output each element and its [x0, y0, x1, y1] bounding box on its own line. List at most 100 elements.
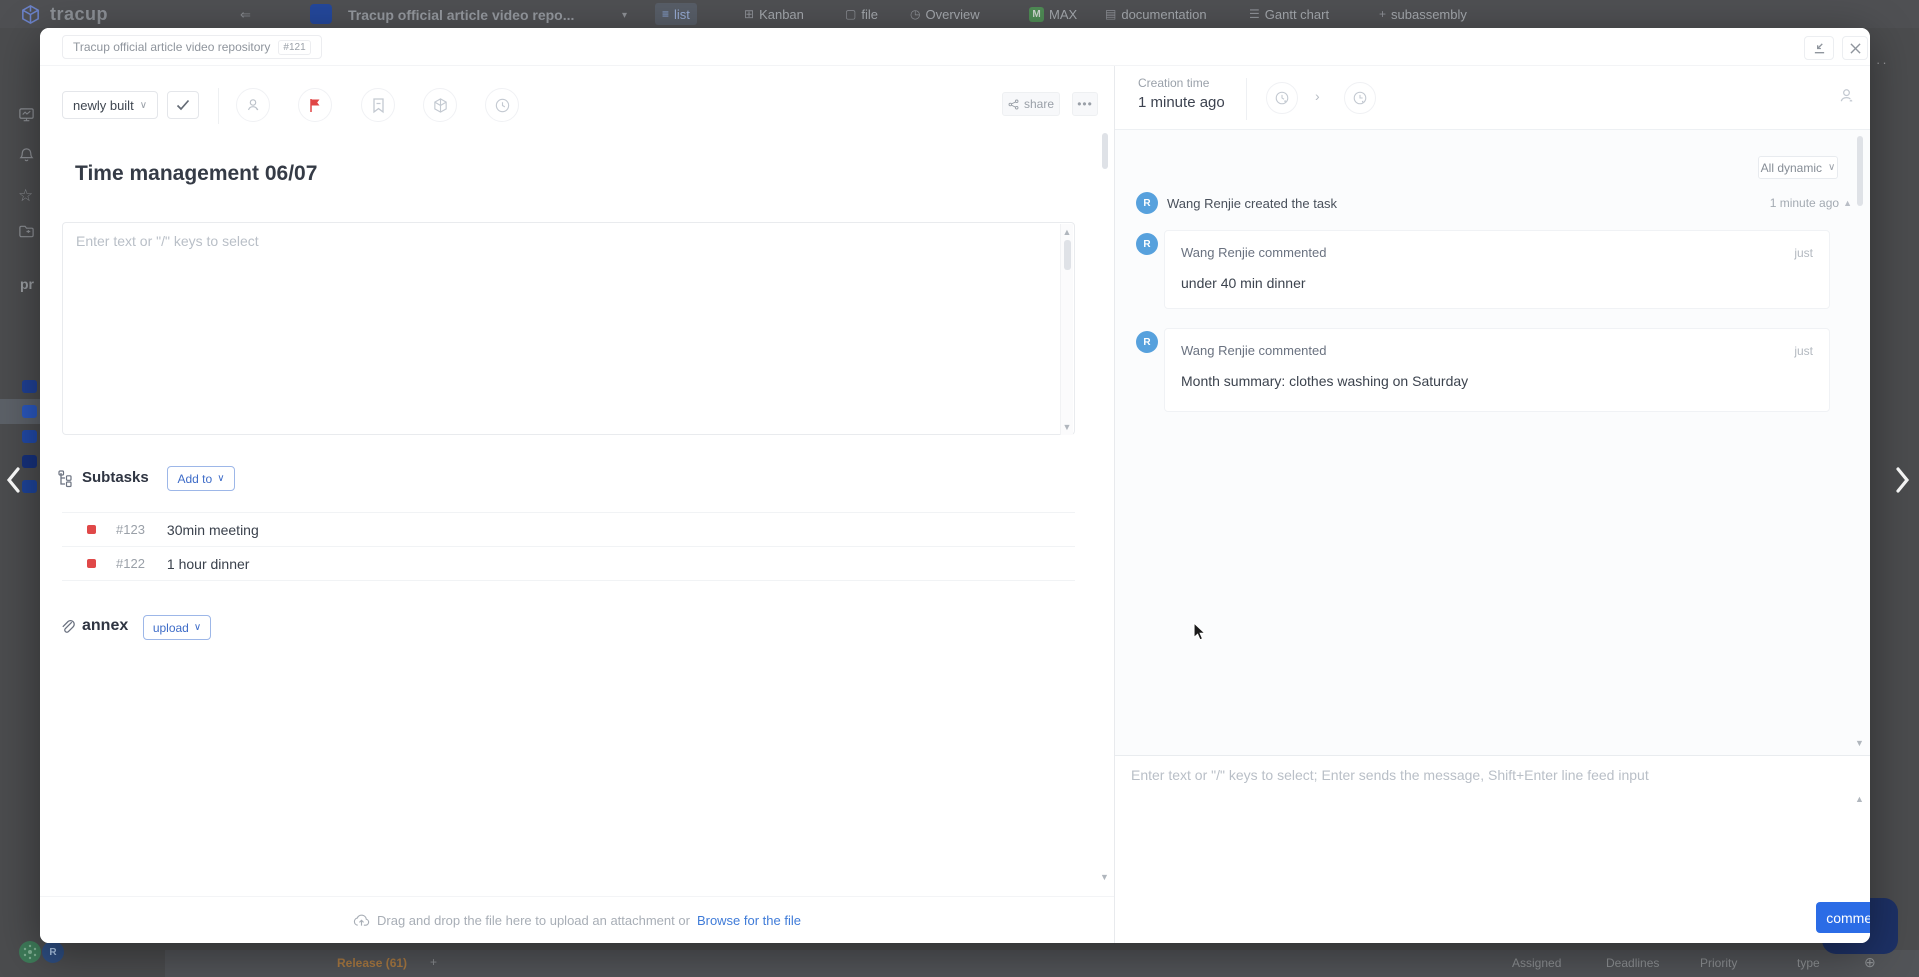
previous-task-chevron[interactable] [4, 466, 22, 494]
tab-max[interactable]: M MAX [1022, 3, 1084, 25]
panel-scrollbar-thumb[interactable] [1102, 133, 1108, 169]
scroll-up-icon[interactable]: ▲ [1061, 227, 1073, 237]
more-actions-button[interactable]: ••• [1072, 92, 1098, 116]
time-button[interactable] [485, 88, 519, 122]
clock-icon [494, 97, 511, 114]
project-color-chip[interactable] [22, 480, 37, 493]
project-color-chip[interactable] [22, 405, 37, 418]
tab-add-subassembly[interactable]: + subassembly [1372, 3, 1474, 25]
release-group-label[interactable]: Release (61) [337, 956, 407, 970]
breadcrumb[interactable]: Tracup official article video repository… [62, 35, 322, 59]
scroll-down-icon[interactable]: ▼ [1061, 422, 1073, 432]
tab-overview[interactable]: ◷ Overview [903, 3, 987, 25]
subtask-status-icon[interactable] [87, 525, 96, 534]
comment-card[interactable]: Wang Renjie commented just Month summary… [1164, 328, 1830, 412]
tab-kanban[interactable]: ⊞ Kanban [737, 3, 811, 25]
start-time-button[interactable] [1266, 82, 1298, 114]
page-more-icon[interactable]: ·· [1876, 55, 1889, 70]
task-title[interactable]: Time management 06/07 [75, 162, 317, 186]
subtask-row[interactable]: #122 1 hour dinner [62, 546, 1075, 581]
comment-body: Month summary: clothes washing on Saturd… [1181, 373, 1813, 389]
mouse-cursor [1193, 622, 1208, 642]
share-icon [1008, 99, 1019, 110]
tab-documentation[interactable]: ▤ documentation [1098, 3, 1214, 25]
priority-button[interactable] [298, 88, 332, 122]
collapse-caret-icon[interactable]: ▲ [1843, 198, 1852, 208]
activity-filter-dropdown[interactable]: All dynamic ∨ [1758, 156, 1838, 179]
priority-flag-icon [307, 97, 323, 114]
tab-file[interactable]: ▢ file [838, 3, 885, 25]
comment-time: just [1794, 344, 1813, 358]
chevron-right-icon: › [1315, 88, 1320, 104]
user-avatar-green[interactable] [19, 941, 41, 963]
notifications-bell-icon[interactable] [18, 146, 35, 163]
next-task-chevron[interactable] [1894, 466, 1912, 494]
due-time-button[interactable] [1344, 82, 1376, 114]
description-input[interactable] [76, 233, 1051, 423]
chevron-down-icon: ∨ [194, 622, 201, 633]
activity-feed: All dynamic ∨ R Wang Renjie created the … [1115, 130, 1870, 755]
complete-task-button[interactable] [167, 91, 199, 119]
user-avatar-r[interactable]: R [42, 941, 64, 963]
workspace-caret-icon[interactable]: ▾ [622, 10, 627, 21]
favorites-star-icon[interactable]: ☆ [18, 186, 33, 206]
tab-gantt-chart[interactable]: ☰ Gantt chart [1242, 3, 1336, 25]
browse-file-link[interactable]: Browse for the file [697, 913, 801, 928]
file-icon: ▢ [845, 7, 856, 21]
tab-list[interactable]: ≡ list [655, 3, 697, 25]
bookmark-icon [371, 97, 386, 114]
comment-author: Wang Renjie commented [1181, 245, 1326, 260]
send-comment-button[interactable]: comments [1816, 902, 1870, 933]
plus-icon: + [1379, 7, 1386, 21]
scrollbar-thumb[interactable] [1064, 240, 1071, 270]
module-button[interactable] [423, 88, 457, 122]
project-color-chip[interactable] [22, 430, 37, 443]
creation-time-label: Creation time [1138, 76, 1209, 90]
workspace-title[interactable]: Tracup official article video repo... [348, 7, 574, 23]
event-time: 1 minute ago [1770, 196, 1839, 210]
avatar: R [1136, 331, 1158, 353]
share-button[interactable]: share [1002, 92, 1060, 116]
scroll-up-icon[interactable]: ▲ [1855, 794, 1864, 804]
creation-time-value: 1 minute ago [1138, 94, 1225, 111]
comment-body: under 40 min dinner [1181, 275, 1813, 291]
project-color-chip[interactable] [22, 380, 37, 393]
task-detail-modal: Tracup official article video repository… [40, 28, 1870, 943]
scroll-down-icon[interactable]: ▼ [1855, 738, 1864, 748]
dashboard-icon[interactable] [18, 106, 35, 123]
dropzone-text: Drag and drop the file here to upload an… [377, 913, 690, 928]
close-button[interactable] [1842, 36, 1868, 60]
status-dropdown[interactable]: newly built ∨ [62, 91, 158, 119]
file-dropzone[interactable]: Drag and drop the file here to upload an… [40, 896, 1114, 943]
feed-scrollbar-thumb[interactable] [1857, 136, 1863, 206]
project-color-chip[interactable] [22, 455, 37, 468]
upload-button[interactable]: upload ∨ [143, 615, 211, 640]
chevron-down-icon: ∨ [217, 473, 224, 484]
comment-input-area[interactable]: ▲ comments [1115, 755, 1870, 943]
comment-card[interactable]: Wang Renjie commented just under 40 min … [1164, 230, 1830, 309]
scroll-down-icon[interactable]: ▼ [1100, 872, 1109, 882]
meta-header: Creation time 1 minute ago › [1115, 66, 1870, 130]
tag-button[interactable] [361, 88, 395, 122]
description-box[interactable]: ▲ ▼ [62, 222, 1075, 435]
avatar: R [1136, 192, 1158, 214]
comment-input[interactable] [1131, 767, 1841, 892]
folder-icon[interactable] [18, 223, 35, 240]
subtasks-tree-icon [58, 470, 76, 488]
description-scrollbar[interactable]: ▲ ▼ [1060, 224, 1073, 435]
clock-due-icon [1352, 90, 1368, 106]
subtask-status-icon[interactable] [87, 559, 96, 568]
follower-button[interactable] [1837, 86, 1856, 105]
subtask-row[interactable]: #123 30min meeting [62, 512, 1075, 546]
chevron-down-icon: ∨ [140, 100, 147, 111]
add-column-icon[interactable]: ⊕ [1864, 954, 1876, 971]
add-subtask-button[interactable]: Add to ∨ [167, 466, 235, 491]
assignee-button[interactable] [236, 88, 270, 122]
screen: tracup ⇐ Tracup official article video r… [0, 0, 1919, 977]
minimize-button[interactable] [1804, 36, 1834, 60]
tracup-logo-text: tracup [50, 4, 108, 25]
paperclip-icon [58, 617, 76, 635]
sidebar-collapse-icon[interactable]: ⇐ [240, 7, 251, 23]
add-task-plus[interactable]: + [430, 955, 437, 969]
column-type: type [1797, 956, 1820, 970]
